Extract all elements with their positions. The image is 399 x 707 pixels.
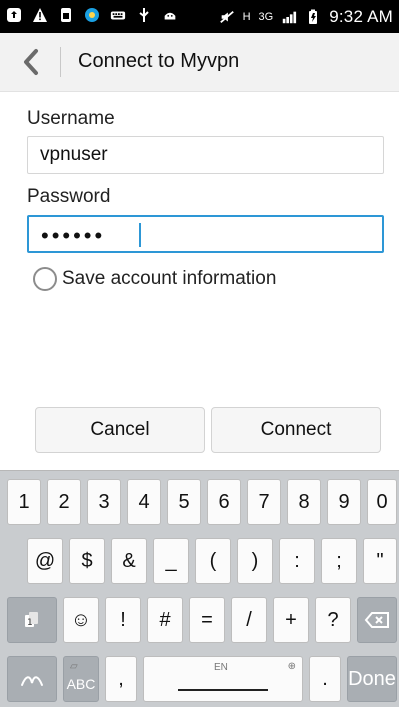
key-question[interactable]: ? xyxy=(315,597,351,643)
key-right-paren[interactable]: ) xyxy=(237,538,273,584)
key-underscore[interactable]: _ xyxy=(153,538,189,584)
clock: 9:32 AM xyxy=(329,7,393,26)
abc-hint-icon: ▱ xyxy=(70,661,78,672)
keyboard: 1 2 3 4 5 6 7 8 9 0 @ $ & _ ( ) : ; " 1 … xyxy=(0,470,399,707)
key-semicolon[interactable]: ; xyxy=(321,538,357,584)
key-4[interactable]: 4 xyxy=(127,479,161,525)
back-icon[interactable] xyxy=(18,47,44,77)
username-input[interactable] xyxy=(28,137,383,173)
text-cursor xyxy=(139,223,141,247)
key-ampersand[interactable]: & xyxy=(111,538,147,584)
key-2[interactable]: 2 xyxy=(47,479,81,525)
key-1[interactable]: 1 xyxy=(7,479,41,525)
key-done[interactable]: Done xyxy=(347,656,397,702)
key-quote[interactable]: " xyxy=(363,538,397,584)
mobile-data-type: 3G xyxy=(258,11,274,23)
handwriting-icon xyxy=(21,676,43,686)
svg-text:1: 1 xyxy=(27,618,33,628)
page-title: Connect to Myvpn xyxy=(78,50,240,72)
key-slash[interactable]: / xyxy=(231,597,267,643)
key-plus[interactable]: + xyxy=(273,597,309,643)
key-symbols-page[interactable]: 1 xyxy=(7,597,57,643)
key-handwriting[interactable] xyxy=(7,656,57,702)
key-5[interactable]: 5 xyxy=(167,479,201,525)
symbols-page-icon: 1 xyxy=(25,612,38,628)
keyboard-icon xyxy=(110,7,126,23)
globe-icon: ⊕ xyxy=(287,661,296,672)
password-mask: •••••• xyxy=(41,223,106,248)
save-account-radio[interactable] xyxy=(33,267,57,291)
key-7[interactable]: 7 xyxy=(247,479,281,525)
cancel-button[interactable]: Cancel xyxy=(35,407,205,453)
key-8[interactable]: 8 xyxy=(287,479,321,525)
space-language-label: EN xyxy=(214,662,228,673)
abc-label: ABC xyxy=(66,676,96,692)
status-icons xyxy=(6,7,178,23)
key-0[interactable]: 0 xyxy=(367,479,397,525)
android-icon xyxy=(162,7,178,23)
status-right: H 3G 9:32 AM xyxy=(219,7,393,27)
key-colon[interactable]: : xyxy=(279,538,315,584)
connect-button[interactable]: Connect xyxy=(211,407,381,453)
password-label: Password xyxy=(27,186,111,207)
signal-icon xyxy=(281,9,297,25)
key-3[interactable]: 3 xyxy=(87,479,121,525)
key-backspace[interactable] xyxy=(357,597,397,643)
usb-icon xyxy=(136,7,152,23)
key-period[interactable]: . xyxy=(309,656,341,702)
key-6[interactable]: 6 xyxy=(207,479,241,525)
key-at[interactable]: @ xyxy=(27,538,63,584)
key-comma[interactable]: , xyxy=(105,656,137,702)
key-abc[interactable]: ▱ ABC xyxy=(63,656,99,702)
sim-card-icon xyxy=(58,7,74,23)
key-dollar[interactable]: $ xyxy=(69,538,105,584)
mute-icon xyxy=(219,9,235,25)
app-bar-divider xyxy=(60,47,61,77)
status-bar: H 3G 9:32 AM xyxy=(0,0,399,33)
key-exclamation[interactable]: ! xyxy=(105,597,141,643)
password-field[interactable]: •••••• xyxy=(27,215,384,253)
save-account-label[interactable]: Save account information xyxy=(62,268,276,290)
key-emoticon[interactable]: ☺ xyxy=(63,597,99,643)
username-label: Username xyxy=(27,108,115,129)
key-9[interactable]: 9 xyxy=(327,479,361,525)
username-field[interactable] xyxy=(27,136,384,174)
battery-charging-icon xyxy=(305,9,321,25)
key-equals[interactable]: = xyxy=(189,597,225,643)
key-space[interactable]: EN ⊕ xyxy=(143,656,303,702)
alert-icon xyxy=(32,7,48,23)
backspace-icon xyxy=(364,612,389,628)
app-icon xyxy=(84,7,100,23)
app-bar: Connect to Myvpn xyxy=(0,33,399,92)
upload-icon xyxy=(6,7,22,23)
network-type: H xyxy=(242,11,251,23)
space-indicator xyxy=(178,689,268,691)
key-hash[interactable]: # xyxy=(147,597,183,643)
key-left-paren[interactable]: ( xyxy=(195,538,231,584)
